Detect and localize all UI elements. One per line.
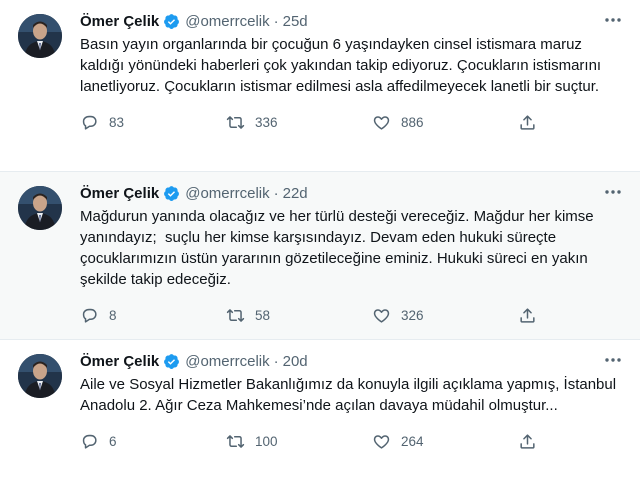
share-button[interactable] <box>518 432 558 451</box>
retweet-icon <box>226 308 245 322</box>
more-options-button[interactable] <box>602 184 624 200</box>
more-horizontal-icon <box>605 358 621 362</box>
heart-icon <box>373 308 390 323</box>
author-name[interactable]: Ömer Çelik <box>80 13 159 30</box>
tweet-text: Basın yayın organlarında bir çocuğun 6 y… <box>80 36 606 95</box>
more-options-button[interactable] <box>602 352 624 368</box>
author-handle[interactable]: @omerrcelik <box>185 185 269 202</box>
avatar-column <box>18 350 70 493</box>
tweet-actions: 83 336 886 <box>80 111 622 133</box>
tweet[interactable]: Ömer Çelik @omerrcelik · 20d Aile ve Sos… <box>0 340 640 493</box>
like-count: 886 <box>401 114 424 130</box>
separator-dot: · <box>273 352 279 370</box>
timestamp[interactable]: 22d <box>283 185 308 202</box>
avatar[interactable] <box>18 186 62 230</box>
heart-icon <box>373 115 390 130</box>
avatar-column <box>18 10 70 171</box>
author-name[interactable]: Ömer Çelik <box>80 353 159 370</box>
retweet-icon <box>226 115 245 129</box>
retweet-button[interactable]: 336 <box>226 113 372 132</box>
reply-icon <box>82 434 97 449</box>
tweet-body: Ömer Çelik @omerrcelik · 25d Basın yayın… <box>70 10 622 171</box>
share-icon <box>520 433 535 449</box>
share-icon <box>520 307 535 323</box>
verified-badge-icon <box>164 185 180 201</box>
like-button[interactable]: 886 <box>372 113 518 132</box>
author-name[interactable]: Ömer Çelik <box>80 185 159 202</box>
tweet-body: Ömer Çelik @omerrcelik · 20d Aile ve Sos… <box>70 350 622 493</box>
separator-dot: · <box>273 12 279 30</box>
like-button[interactable]: 326 <box>372 306 518 325</box>
author-handle[interactable]: @omerrcelik <box>185 13 269 30</box>
retweet-count: 336 <box>255 114 278 130</box>
tweet-thread: Ömer Çelik @omerrcelik · 25d Basın yayın… <box>0 0 640 493</box>
retweet-button[interactable]: 100 <box>226 432 372 451</box>
reply-button[interactable]: 83 <box>80 113 226 132</box>
timestamp[interactable]: 25d <box>283 13 308 30</box>
avatar-column <box>18 182 70 339</box>
more-horizontal-icon <box>605 190 621 194</box>
like-count: 326 <box>401 307 424 323</box>
tweet-text: Mağdurun yanında olacağız ve her türlü d… <box>80 208 598 288</box>
retweet-icon <box>226 434 245 448</box>
avatar[interactable] <box>18 14 62 58</box>
verified-badge-icon <box>164 13 180 29</box>
more-horizontal-icon <box>605 18 621 22</box>
tweet-body: Ömer Çelik @omerrcelik · 22d Mağdurun ya… <box>70 182 622 339</box>
tweet-header: Ömer Çelik @omerrcelik · 22d <box>80 182 622 204</box>
retweet-count: 100 <box>255 433 278 449</box>
reply-count: 8 <box>109 307 117 323</box>
retweet-button[interactable]: 58 <box>226 306 372 325</box>
reply-count: 83 <box>109 114 125 130</box>
reply-button[interactable]: 8 <box>80 306 226 325</box>
share-button[interactable] <box>518 306 558 325</box>
verified-badge-icon <box>164 353 180 369</box>
tweet-text: Aile ve Sosyal Hizmetler Bakanlığımız da… <box>80 376 620 414</box>
separator-dot: · <box>273 184 279 202</box>
share-button[interactable] <box>518 113 558 132</box>
more-options-button[interactable] <box>602 12 624 28</box>
like-button[interactable]: 264 <box>372 432 518 451</box>
heart-icon <box>373 434 390 449</box>
tweet-actions: 6 100 264 <box>80 430 622 452</box>
tweet-header: Ömer Çelik @omerrcelik · 25d <box>80 10 622 32</box>
tweet-actions: 8 58 326 <box>80 304 622 326</box>
author-handle[interactable]: @omerrcelik <box>185 353 269 370</box>
retweet-count: 58 <box>255 307 271 323</box>
reply-count: 6 <box>109 433 117 449</box>
like-count: 264 <box>401 433 424 449</box>
share-icon <box>520 114 535 130</box>
tweet[interactable]: Ömer Çelik @omerrcelik · 25d Basın yayın… <box>0 0 640 172</box>
tweet-header: Ömer Çelik @omerrcelik · 20d <box>80 350 622 372</box>
avatar[interactable] <box>18 354 62 398</box>
tweet[interactable]: Ömer Çelik @omerrcelik · 22d Mağdurun ya… <box>0 172 640 340</box>
reply-icon <box>82 115 97 130</box>
timestamp[interactable]: 20d <box>283 353 308 370</box>
reply-icon <box>82 308 97 323</box>
reply-button[interactable]: 6 <box>80 432 226 451</box>
